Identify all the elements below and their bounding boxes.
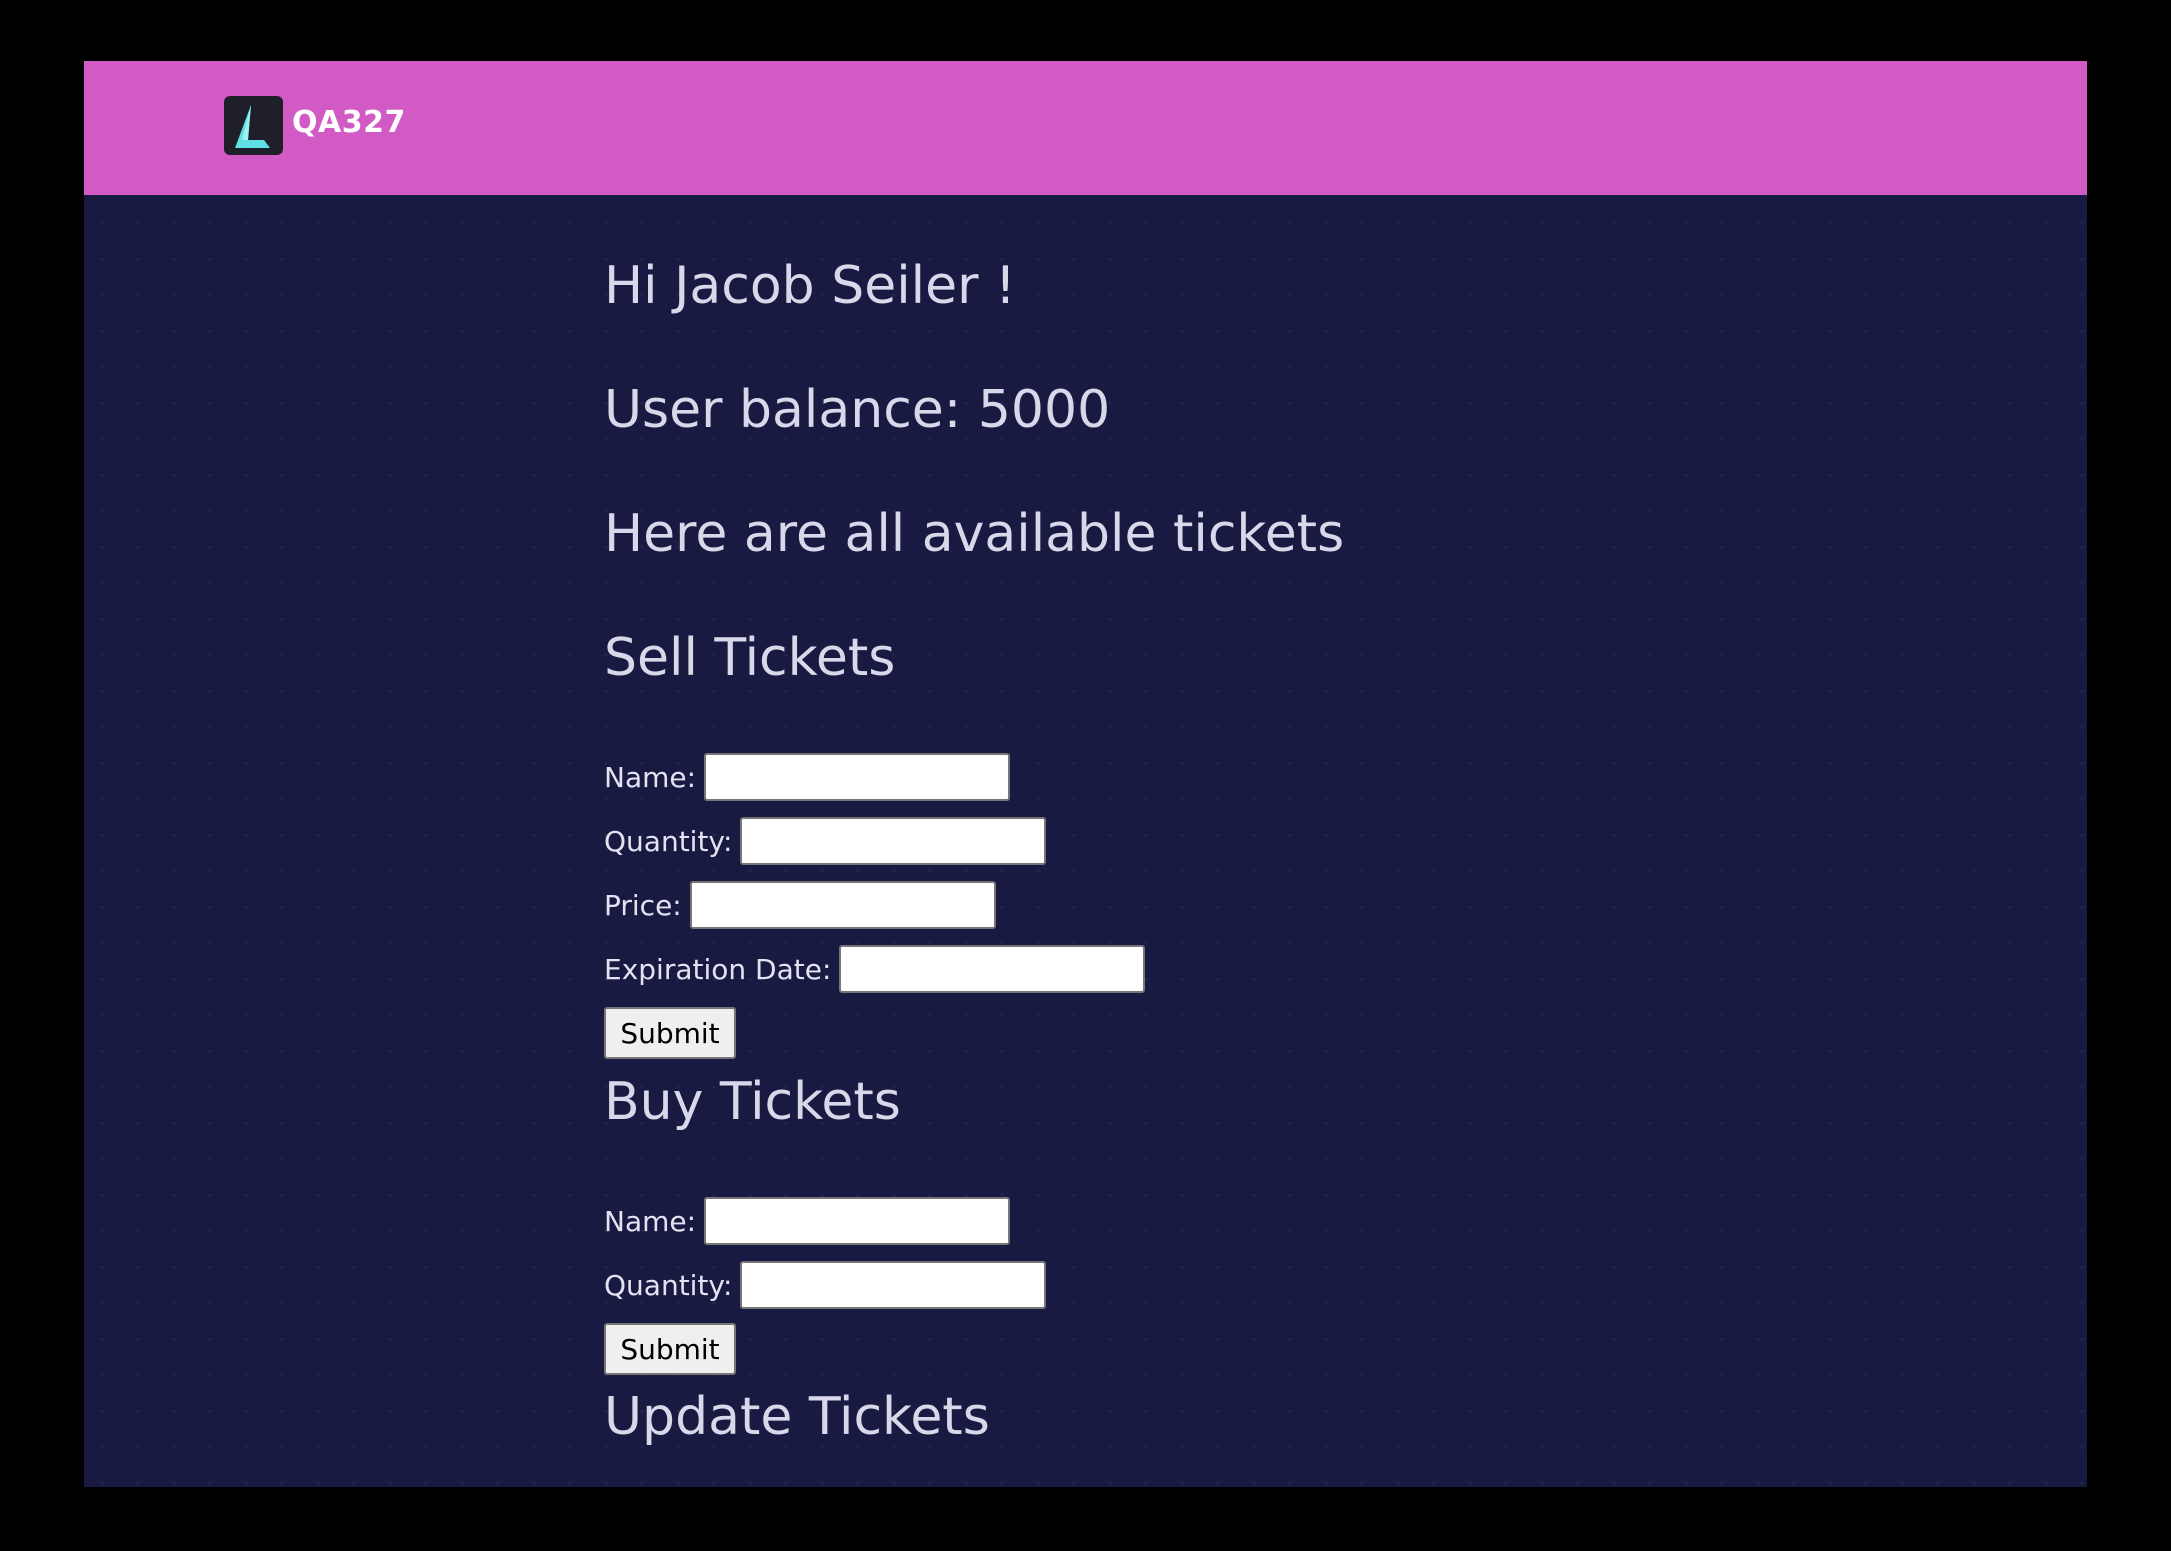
sell-tickets-heading: Sell Tickets [604,628,896,688]
brand-logo-icon[interactable] [224,96,283,155]
sell-name-row: Name: [604,751,1011,803]
app-window: QA327 Hi Jacob Seiler ! User balance: 50… [84,61,2087,1487]
sell-expiration-row: Expiration Date: [604,943,1146,995]
sell-quantity-row: Quantity: [604,815,1047,867]
sell-quantity-input[interactable] [740,817,1047,865]
buy-quantity-label: Quantity: [604,1268,733,1302]
greeting-heading: Hi Jacob Seiler ! [604,256,1016,316]
buy-name-input[interactable] [704,1197,1011,1245]
buy-submit-button[interactable]: Submit [604,1323,736,1375]
sell-expiration-input[interactable] [839,945,1146,993]
balance-heading: User balance: 5000 [604,380,1111,440]
buy-name-row: Name: [604,1195,1011,1247]
sell-name-label: Name: [604,760,697,794]
buy-name-label: Name: [604,1204,697,1238]
update-tickets-heading: Update Tickets [604,1387,990,1447]
sell-price-input[interactable] [689,881,996,929]
buy-quantity-input[interactable] [740,1261,1047,1309]
brand-name[interactable]: QA327 [292,101,406,145]
sell-price-row: Price: [604,879,996,931]
sell-price-label: Price: [604,888,682,922]
sell-expiration-label: Expiration Date: [604,952,832,986]
sell-submit-button[interactable]: Submit [604,1007,736,1059]
available-tickets-heading: Here are all available tickets [604,504,1345,564]
navbar: QA327 [84,61,2087,195]
buy-quantity-row: Quantity: [604,1259,1047,1311]
sell-name-input[interactable] [704,753,1011,801]
sell-quantity-label: Quantity: [604,824,733,858]
buy-tickets-heading: Buy Tickets [604,1072,901,1132]
